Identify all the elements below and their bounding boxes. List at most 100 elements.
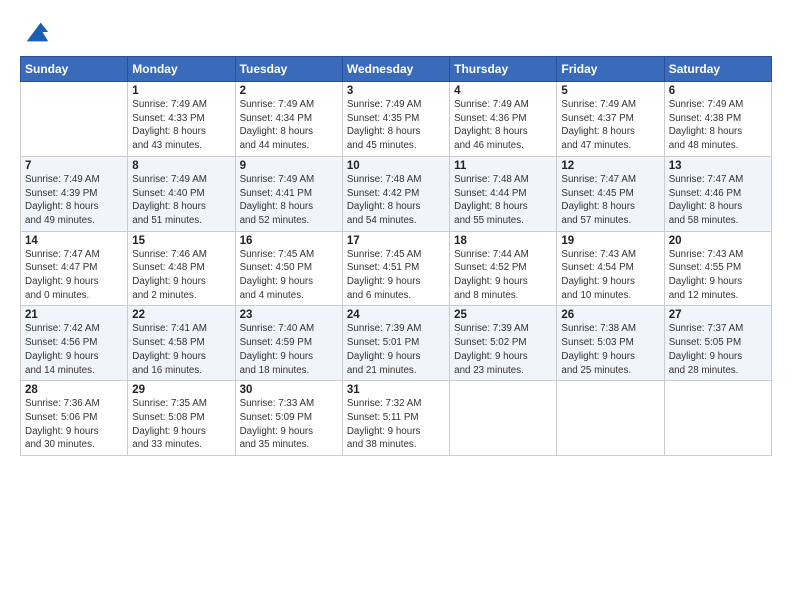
day-number: 21 [25, 309, 123, 321]
day-detail: Sunrise: 7:49 AM Sunset: 4:36 PM Dayligh… [454, 98, 552, 153]
calendar-cell: 20Sunrise: 7:43 AM Sunset: 4:55 PM Dayli… [664, 231, 771, 306]
logo-icon [22, 18, 50, 46]
day-detail: Sunrise: 7:46 AM Sunset: 4:48 PM Dayligh… [132, 248, 230, 303]
weekday-header-wednesday: Wednesday [342, 57, 449, 82]
day-detail: Sunrise: 7:47 AM Sunset: 4:46 PM Dayligh… [669, 173, 767, 228]
day-detail: Sunrise: 7:49 AM Sunset: 4:39 PM Dayligh… [25, 173, 123, 228]
day-number: 19 [561, 235, 659, 247]
day-detail: Sunrise: 7:39 AM Sunset: 5:01 PM Dayligh… [347, 322, 445, 377]
day-number: 8 [132, 160, 230, 172]
calendar-cell: 12Sunrise: 7:47 AM Sunset: 4:45 PM Dayli… [557, 156, 664, 231]
day-number: 1 [132, 85, 230, 97]
day-detail: Sunrise: 7:33 AM Sunset: 5:09 PM Dayligh… [240, 397, 338, 452]
calendar-cell: 9Sunrise: 7:49 AM Sunset: 4:41 PM Daylig… [235, 156, 342, 231]
day-detail: Sunrise: 7:42 AM Sunset: 4:56 PM Dayligh… [25, 322, 123, 377]
day-number: 26 [561, 309, 659, 321]
page: SundayMondayTuesdayWednesdayThursdayFrid… [0, 0, 792, 612]
week-row-4: 21Sunrise: 7:42 AM Sunset: 4:56 PM Dayli… [21, 306, 772, 381]
weekday-header-monday: Monday [128, 57, 235, 82]
day-detail: Sunrise: 7:47 AM Sunset: 4:45 PM Dayligh… [561, 173, 659, 228]
day-number: 6 [669, 85, 767, 97]
day-number: 5 [561, 85, 659, 97]
calendar-cell: 31Sunrise: 7:32 AM Sunset: 5:11 PM Dayli… [342, 381, 449, 456]
calendar-cell: 1Sunrise: 7:49 AM Sunset: 4:33 PM Daylig… [128, 82, 235, 157]
day-detail: Sunrise: 7:39 AM Sunset: 5:02 PM Dayligh… [454, 322, 552, 377]
day-detail: Sunrise: 7:49 AM Sunset: 4:41 PM Dayligh… [240, 173, 338, 228]
calendar-cell: 22Sunrise: 7:41 AM Sunset: 4:58 PM Dayli… [128, 306, 235, 381]
calendar-cell: 3Sunrise: 7:49 AM Sunset: 4:35 PM Daylig… [342, 82, 449, 157]
day-number: 18 [454, 235, 552, 247]
day-number: 29 [132, 384, 230, 396]
calendar-cell: 21Sunrise: 7:42 AM Sunset: 4:56 PM Dayli… [21, 306, 128, 381]
calendar-cell: 24Sunrise: 7:39 AM Sunset: 5:01 PM Dayli… [342, 306, 449, 381]
calendar-cell: 28Sunrise: 7:36 AM Sunset: 5:06 PM Dayli… [21, 381, 128, 456]
day-number: 13 [669, 160, 767, 172]
calendar-cell: 26Sunrise: 7:38 AM Sunset: 5:03 PM Dayli… [557, 306, 664, 381]
day-number: 23 [240, 309, 338, 321]
day-detail: Sunrise: 7:49 AM Sunset: 4:37 PM Dayligh… [561, 98, 659, 153]
calendar-table: SundayMondayTuesdayWednesdayThursdayFrid… [20, 56, 772, 456]
day-detail: Sunrise: 7:49 AM Sunset: 4:40 PM Dayligh… [132, 173, 230, 228]
calendar-cell: 2Sunrise: 7:49 AM Sunset: 4:34 PM Daylig… [235, 82, 342, 157]
day-detail: Sunrise: 7:45 AM Sunset: 4:51 PM Dayligh… [347, 248, 445, 303]
calendar-cell: 23Sunrise: 7:40 AM Sunset: 4:59 PM Dayli… [235, 306, 342, 381]
calendar-cell: 14Sunrise: 7:47 AM Sunset: 4:47 PM Dayli… [21, 231, 128, 306]
calendar-cell: 25Sunrise: 7:39 AM Sunset: 5:02 PM Dayli… [450, 306, 557, 381]
day-number: 14 [25, 235, 123, 247]
day-detail: Sunrise: 7:38 AM Sunset: 5:03 PM Dayligh… [561, 322, 659, 377]
calendar-cell: 18Sunrise: 7:44 AM Sunset: 4:52 PM Dayli… [450, 231, 557, 306]
calendar-cell: 13Sunrise: 7:47 AM Sunset: 4:46 PM Dayli… [664, 156, 771, 231]
day-detail: Sunrise: 7:49 AM Sunset: 4:38 PM Dayligh… [669, 98, 767, 153]
day-number: 3 [347, 85, 445, 97]
calendar-cell: 19Sunrise: 7:43 AM Sunset: 4:54 PM Dayli… [557, 231, 664, 306]
day-detail: Sunrise: 7:41 AM Sunset: 4:58 PM Dayligh… [132, 322, 230, 377]
day-number: 9 [240, 160, 338, 172]
day-detail: Sunrise: 7:45 AM Sunset: 4:50 PM Dayligh… [240, 248, 338, 303]
calendar-cell [664, 381, 771, 456]
day-detail: Sunrise: 7:49 AM Sunset: 4:33 PM Dayligh… [132, 98, 230, 153]
day-number: 25 [454, 309, 552, 321]
day-number: 12 [561, 160, 659, 172]
day-number: 2 [240, 85, 338, 97]
calendar-cell: 5Sunrise: 7:49 AM Sunset: 4:37 PM Daylig… [557, 82, 664, 157]
day-detail: Sunrise: 7:40 AM Sunset: 4:59 PM Dayligh… [240, 322, 338, 377]
day-number: 17 [347, 235, 445, 247]
calendar-cell [450, 381, 557, 456]
calendar-cell [557, 381, 664, 456]
calendar-cell: 6Sunrise: 7:49 AM Sunset: 4:38 PM Daylig… [664, 82, 771, 157]
day-number: 30 [240, 384, 338, 396]
day-number: 24 [347, 309, 445, 321]
day-detail: Sunrise: 7:35 AM Sunset: 5:08 PM Dayligh… [132, 397, 230, 452]
day-detail: Sunrise: 7:32 AM Sunset: 5:11 PM Dayligh… [347, 397, 445, 452]
day-number: 31 [347, 384, 445, 396]
day-detail: Sunrise: 7:48 AM Sunset: 4:42 PM Dayligh… [347, 173, 445, 228]
calendar-cell: 4Sunrise: 7:49 AM Sunset: 4:36 PM Daylig… [450, 82, 557, 157]
week-row-5: 28Sunrise: 7:36 AM Sunset: 5:06 PM Dayli… [21, 381, 772, 456]
calendar-cell: 17Sunrise: 7:45 AM Sunset: 4:51 PM Dayli… [342, 231, 449, 306]
day-detail: Sunrise: 7:48 AM Sunset: 4:44 PM Dayligh… [454, 173, 552, 228]
weekday-header-tuesday: Tuesday [235, 57, 342, 82]
day-number: 15 [132, 235, 230, 247]
day-detail: Sunrise: 7:47 AM Sunset: 4:47 PM Dayligh… [25, 248, 123, 303]
day-number: 10 [347, 160, 445, 172]
calendar-cell: 10Sunrise: 7:48 AM Sunset: 4:42 PM Dayli… [342, 156, 449, 231]
day-number: 16 [240, 235, 338, 247]
day-detail: Sunrise: 7:49 AM Sunset: 4:34 PM Dayligh… [240, 98, 338, 153]
week-row-1: 1Sunrise: 7:49 AM Sunset: 4:33 PM Daylig… [21, 82, 772, 157]
day-number: 28 [25, 384, 123, 396]
weekday-header-thursday: Thursday [450, 57, 557, 82]
day-number: 11 [454, 160, 552, 172]
day-detail: Sunrise: 7:43 AM Sunset: 4:55 PM Dayligh… [669, 248, 767, 303]
day-number: 22 [132, 309, 230, 321]
calendar-cell: 16Sunrise: 7:45 AM Sunset: 4:50 PM Dayli… [235, 231, 342, 306]
day-number: 27 [669, 309, 767, 321]
calendar-cell: 11Sunrise: 7:48 AM Sunset: 4:44 PM Dayli… [450, 156, 557, 231]
calendar-cell: 8Sunrise: 7:49 AM Sunset: 4:40 PM Daylig… [128, 156, 235, 231]
day-detail: Sunrise: 7:49 AM Sunset: 4:35 PM Dayligh… [347, 98, 445, 153]
day-detail: Sunrise: 7:36 AM Sunset: 5:06 PM Dayligh… [25, 397, 123, 452]
calendar-cell: 15Sunrise: 7:46 AM Sunset: 4:48 PM Dayli… [128, 231, 235, 306]
header [20, 18, 772, 46]
weekday-header-friday: Friday [557, 57, 664, 82]
calendar-cell [21, 82, 128, 157]
day-detail: Sunrise: 7:43 AM Sunset: 4:54 PM Dayligh… [561, 248, 659, 303]
